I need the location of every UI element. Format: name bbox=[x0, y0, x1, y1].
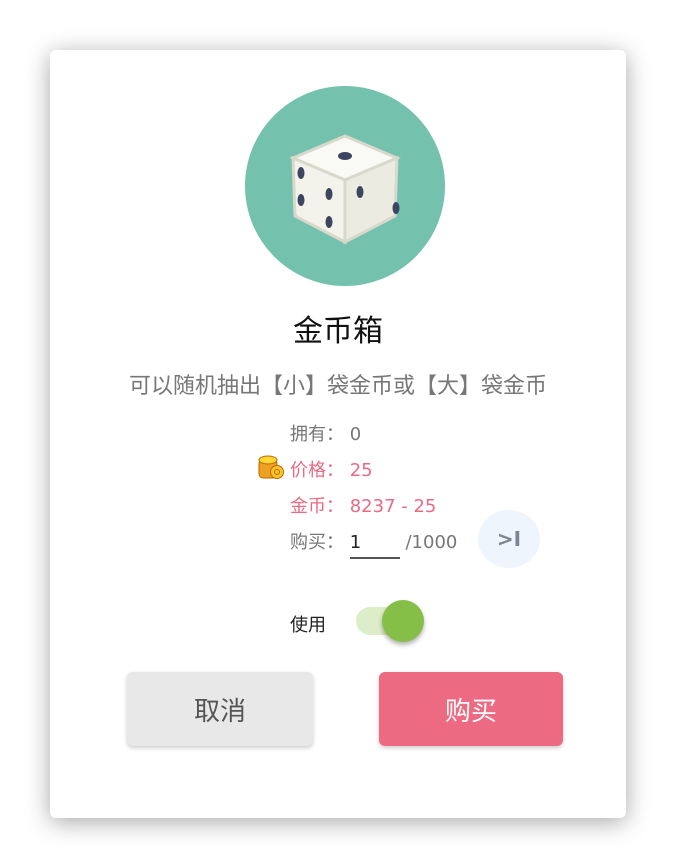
max-quantity: /1000 bbox=[405, 532, 458, 553]
owned-row: 拥有： 0 bbox=[290, 420, 361, 446]
use-label: 使用 bbox=[290, 615, 326, 636]
owned-value: 0 bbox=[349, 424, 362, 445]
buy-button[interactable]: 购买 bbox=[379, 672, 563, 746]
use-toggle-knob[interactable] bbox=[382, 600, 424, 642]
owned-label: 拥有： bbox=[290, 424, 344, 445]
buy-label: 购买： bbox=[290, 532, 344, 553]
max-quantity-button[interactable]: >I bbox=[478, 510, 540, 568]
gold-label: 金币： bbox=[290, 496, 344, 517]
purchase-dialog: 金币箱 可以随机抽出【小】袋金币或【大】袋金币 拥有： 0 价格： 25 金币：… bbox=[50, 50, 626, 818]
item-icon bbox=[245, 86, 445, 286]
price-value: 25 bbox=[349, 460, 373, 481]
gold-value: 8237 - 25 bbox=[349, 496, 437, 517]
cancel-button[interactable]: 取消 bbox=[127, 672, 313, 746]
price-row: 价格： 25 bbox=[290, 456, 373, 482]
item-description: 可以随机抽出【小】袋金币或【大】袋金币 bbox=[128, 374, 547, 399]
quantity-input[interactable]: 1 bbox=[349, 532, 400, 559]
gold-row: 金币： 8237 - 25 bbox=[290, 492, 436, 518]
dice-icon bbox=[289, 134, 401, 245]
buy-quantity-row: 购买： 1 /1000 bbox=[290, 528, 457, 559]
item-title: 金币箱 bbox=[293, 314, 383, 349]
price-label: 价格： bbox=[290, 460, 344, 481]
coin-stack-icon bbox=[258, 455, 284, 479]
